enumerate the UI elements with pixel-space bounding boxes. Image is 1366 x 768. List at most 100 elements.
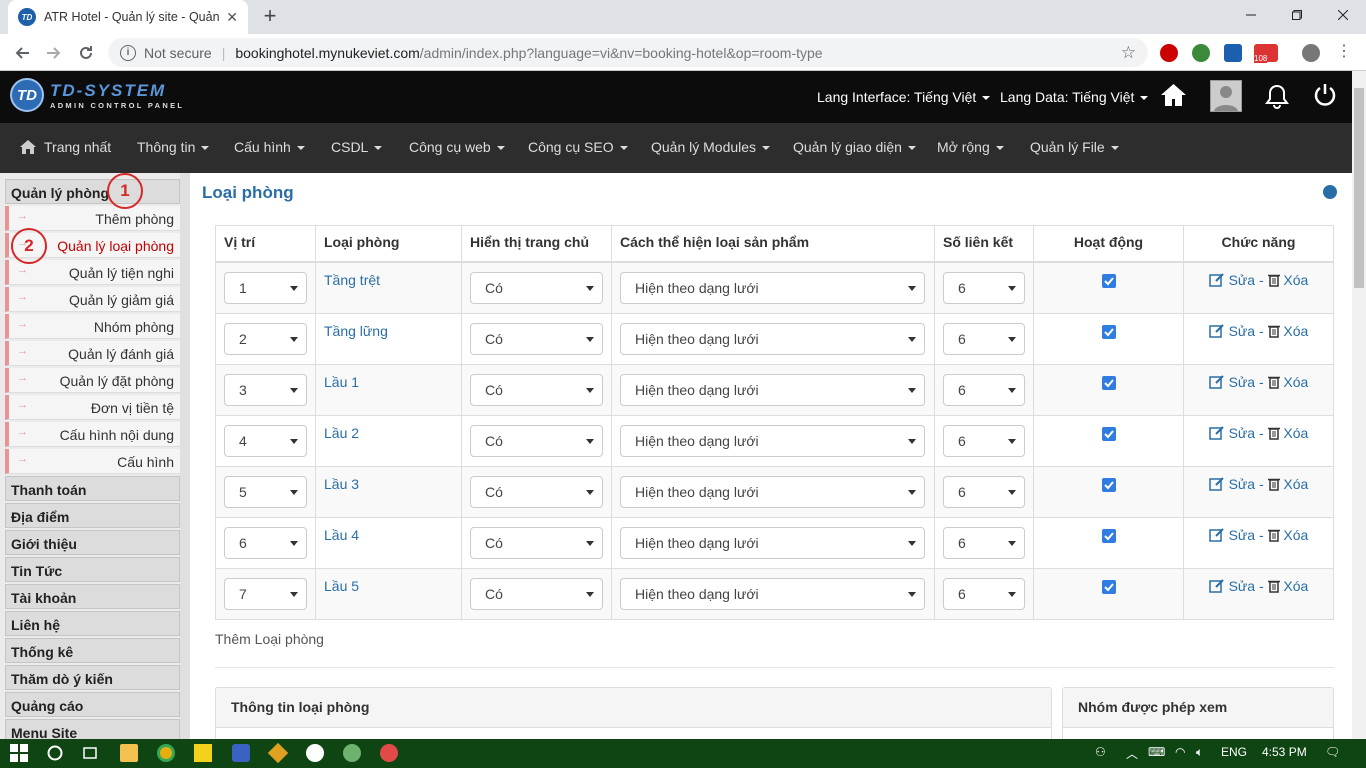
browser-tab[interactable]: TD ATR Hotel - Quản lý site - Quản lý ✕ <box>8 0 248 34</box>
active-checkbox[interactable] <box>1101 477 1116 492</box>
url-bar[interactable]: i Not secure | bookinghotel.mynukeviet.c… <box>108 38 1148 67</box>
position-select[interactable]: 3 <box>224 373 307 406</box>
show-home-select[interactable]: Có <box>470 526 603 559</box>
sidebar-module-polls[interactable]: Thăm dò ý kiến <box>5 665 180 690</box>
power-icon[interactable] <box>1313 83 1337 107</box>
sidebar-module-contact[interactable]: Liên hệ <box>5 611 180 636</box>
sidebar-module-payment[interactable]: Thanh toán <box>5 476 180 501</box>
edit-link[interactable]: Sửa <box>1229 476 1256 492</box>
room-type-link[interactable]: Lầu 5 <box>324 578 359 594</box>
info-icon[interactable]: i <box>120 44 136 61</box>
app-icon[interactable] <box>267 742 289 764</box>
menu-modules[interactable]: Quản lý Modules <box>651 139 771 155</box>
new-tab-button[interactable]: + <box>258 4 282 28</box>
bell-icon[interactable] <box>1264 83 1290 109</box>
bookmark-star-icon[interactable]: ☆ <box>1121 43 1136 63</box>
sidebar-module-rooms[interactable]: Quản lý phòng <box>5 179 180 204</box>
lang-interface-dropdown[interactable]: Lang Interface: Tiếng Việt <box>817 89 991 105</box>
j-extension-icon[interactable] <box>1224 44 1242 62</box>
task-view-icon[interactable] <box>81 744 99 762</box>
link-count-select[interactable]: 6 <box>943 475 1025 508</box>
sidebar-module-ads[interactable]: Quảng cáo <box>5 692 180 717</box>
lang-data-dropdown[interactable]: Lang Data: Tiếng Việt <box>1000 89 1149 105</box>
display-style-select[interactable]: Hiện theo dạng lưới <box>620 475 925 508</box>
menu-seotools[interactable]: Công cụ SEO <box>528 139 628 155</box>
trash-icon[interactable] <box>1267 579 1280 593</box>
edit-icon[interactable] <box>1208 578 1225 593</box>
edit-icon[interactable] <box>1208 527 1225 542</box>
clock[interactable]: 4:53 PM <box>1262 745 1307 759</box>
app-icon[interactable] <box>380 744 398 762</box>
reload-icon[interactable] <box>73 40 99 66</box>
show-home-select[interactable]: Có <box>470 373 603 406</box>
edit-link[interactable]: Sửa <box>1229 527 1256 543</box>
show-home-select[interactable]: Có <box>470 322 603 355</box>
edit-link[interactable]: Sửa <box>1229 374 1256 390</box>
room-type-link[interactable]: Lầu 4 <box>324 527 359 543</box>
delete-link[interactable]: Xóa <box>1283 527 1308 543</box>
mail-extension-icon[interactable]: 108 <box>1254 44 1278 63</box>
volume-icon[interactable]: 🔈︎ <box>1196 745 1203 760</box>
trash-icon[interactable] <box>1267 375 1280 389</box>
sidebar-module-about[interactable]: Giới thiệu <box>5 530 180 555</box>
edit-link[interactable]: Sửa <box>1229 323 1256 339</box>
menu-database[interactable]: CSDL <box>331 139 383 155</box>
sidebar-module-locations[interactable]: Địa điểm <box>5 503 180 528</box>
trash-icon[interactable] <box>1267 273 1280 287</box>
show-home-select[interactable]: Có <box>470 271 603 304</box>
room-type-link[interactable]: Lầu 3 <box>324 476 359 492</box>
menu-webtools[interactable]: Công cụ web <box>409 139 505 155</box>
sidebar-item-currency[interactable]: → Đơn vị tiền tệ <box>5 395 180 420</box>
adblock-icon[interactable] <box>1160 44 1178 62</box>
logo[interactable]: TD TD-SYSTEM ADMIN CONTROL PANEL <box>10 78 184 112</box>
active-checkbox[interactable] <box>1101 579 1116 594</box>
position-select[interactable]: 4 <box>224 424 307 457</box>
edit-icon[interactable] <box>1208 272 1225 287</box>
room-type-link[interactable]: Lầu 1 <box>324 374 359 390</box>
edit-icon[interactable] <box>1208 476 1225 491</box>
link-count-select[interactable]: 6 <box>943 322 1025 355</box>
active-checkbox[interactable] <box>1101 528 1116 543</box>
room-type-link[interactable]: Lầu 2 <box>324 425 359 441</box>
delete-link[interactable]: Xóa <box>1283 272 1308 288</box>
windows-start-icon[interactable] <box>10 744 28 762</box>
link-count-select[interactable]: 6 <box>943 271 1025 304</box>
delete-link[interactable]: Xóa <box>1283 374 1308 390</box>
tab-close-icon[interactable]: ✕ <box>226 9 238 26</box>
close-window-button[interactable] <box>1320 0 1366 30</box>
active-checkbox[interactable] <box>1101 426 1116 441</box>
browser-menu-icon[interactable]: ⋮ <box>1336 44 1352 62</box>
wifi-icon[interactable]: ◠ <box>1175 745 1185 759</box>
user-avatar[interactable] <box>1210 80 1242 112</box>
delete-link[interactable]: Xóa <box>1283 323 1308 339</box>
sidebar-scrollbar[interactable] <box>180 173 190 739</box>
people-icon[interactable]: ⚇ <box>1095 745 1106 759</box>
sidebar-item-discounts[interactable]: → Quản lý giảm giá <box>5 287 180 312</box>
notifications-icon[interactable]: 🗨︎ <box>1325 745 1340 759</box>
display-style-select[interactable]: Hiện theo dạng lưới <box>620 373 925 406</box>
edit-link[interactable]: Sửa <box>1229 578 1256 594</box>
trash-icon[interactable] <box>1267 528 1280 542</box>
menu-themes[interactable]: Quản lý giao diện <box>793 139 916 155</box>
app-icon[interactable] <box>232 744 250 762</box>
display-style-select[interactable]: Hiện theo dạng lưới <box>620 577 925 610</box>
menu-files[interactable]: Quản lý File <box>1030 139 1119 155</box>
position-select[interactable]: 7 <box>224 577 307 610</box>
input-method-icon[interactable]: ⌨ <box>1148 745 1165 759</box>
search-icon[interactable] <box>46 744 64 762</box>
sidebar-item-config[interactable]: → Cấu hình <box>5 449 180 474</box>
active-checkbox[interactable] <box>1101 324 1116 339</box>
edit-icon[interactable] <box>1208 374 1225 389</box>
trash-icon[interactable] <box>1267 426 1280 440</box>
sidebar-module-menu-site[interactable]: Menu Site <box>5 719 180 739</box>
minimize-button[interactable] <box>1228 0 1274 30</box>
room-type-link[interactable]: Tầng trệt <box>324 272 380 288</box>
link-count-select[interactable]: 6 <box>943 424 1025 457</box>
sidebar-module-news[interactable]: Tin Tức <box>5 557 180 582</box>
globe-icon[interactable] <box>1323 185 1337 199</box>
display-style-select[interactable]: Hiện theo dạng lưới <box>620 424 925 457</box>
sidebar-item-bookings[interactable]: → Quản lý đặt phòng <box>5 368 180 393</box>
position-select[interactable]: 1 <box>224 271 307 304</box>
edit-link[interactable]: Sửa <box>1229 425 1256 441</box>
profile-avatar[interactable] <box>1302 44 1320 62</box>
